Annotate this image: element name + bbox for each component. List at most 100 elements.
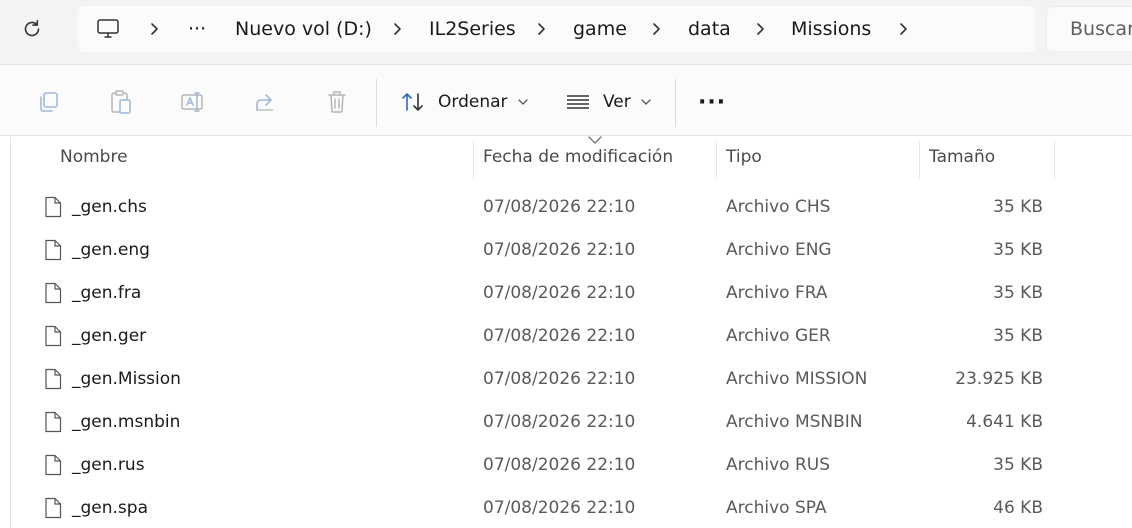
table-row[interactable]: _gen.fra 07/08/2026 22:10 Archivo FRA 35 KB: [11, 271, 1132, 314]
address-bar-region: ··· Nuevo vol (D:) IL2Series game data M…: [0, 0, 1132, 64]
rename-button[interactable]: [180, 89, 206, 115]
file-date: 07/08/2026 22:10: [483, 239, 636, 260]
file-icon: [43, 228, 63, 271]
table-row[interactable]: _gen.rus 07/08/2026 22:10 Archivo RUS 35 KB: [11, 443, 1132, 486]
table-row[interactable]: _gen.msnbin 07/08/2026 22:10 Archivo MSNBI…: [11, 400, 1132, 443]
table-row[interactable]: _gen.Mission 07/08/2026 22:10 Archivo MISS…: [11, 357, 1132, 400]
share-button[interactable]: [252, 89, 278, 115]
view-button[interactable]: Ver: [565, 87, 651, 117]
file-date: 07/08/2026 22:10: [483, 196, 636, 217]
delete-button[interactable]: [324, 89, 350, 115]
breadcrumb-missions[interactable]: Missions: [791, 6, 871, 52]
file-name: _gen.spa: [72, 497, 148, 518]
file-name: _gen.chs: [72, 196, 147, 217]
refresh-button[interactable]: [17, 13, 47, 45]
file-list: Nombre Fecha de modificación Tipo Tamaño…: [0, 136, 1132, 528]
column-header-type[interactable]: Tipo: [726, 137, 762, 177]
file-icon: [43, 486, 63, 528]
file-size: 4.641 KB: [966, 411, 1043, 432]
share-icon: [256, 94, 273, 111]
file-icon: [43, 400, 63, 443]
file-icon: [43, 357, 63, 400]
file-name: _gen.ger: [72, 325, 147, 346]
file-type: Archivo MISSION: [726, 368, 868, 389]
paste-button[interactable]: [108, 89, 134, 115]
file-name: _gen.rus: [72, 454, 145, 475]
file-name: _gen.fra: [72, 282, 142, 303]
file-type: Archivo FRA: [726, 282, 828, 303]
search-input[interactable]: Buscar: [1046, 6, 1132, 52]
file-type: Archivo ENG: [726, 239, 832, 260]
breadcrumb-separator[interactable]: [648, 6, 664, 52]
file-date: 07/08/2026 22:10: [483, 282, 636, 303]
file-size: 35 KB: [993, 282, 1043, 303]
column-divider[interactable]: [919, 141, 920, 179]
paste-icon: [111, 90, 131, 114]
breadcrumb-data[interactable]: data: [688, 6, 731, 52]
view-icon: [567, 95, 589, 109]
file-icon: [43, 185, 63, 228]
column-divider[interactable]: [716, 141, 717, 179]
file-type: Archivo MSNBIN: [726, 411, 863, 432]
file-date: 07/08/2026 22:10: [483, 368, 636, 389]
table-row[interactable]: _gen.eng 07/08/2026 22:10 Archivo ENG 35 KB: [11, 228, 1132, 271]
toolbar-divider: [675, 79, 676, 127]
breadcrumb-drive[interactable]: Nuevo vol (D:): [235, 6, 372, 52]
chevron-right-icon: [394, 23, 401, 35]
column-header-name[interactable]: Nombre: [60, 137, 128, 177]
copy-button[interactable]: [36, 89, 62, 115]
column-header-size[interactable]: Tamaño: [929, 137, 995, 177]
file-size: 35 KB: [993, 325, 1043, 346]
chevron-right-icon: [538, 23, 545, 35]
breadcrumb-separator[interactable]: [752, 6, 768, 52]
refresh-icon: [24, 20, 40, 37]
file-icon: [43, 271, 63, 314]
computer-icon: [97, 19, 119, 38]
file-date: 07/08/2026 22:10: [483, 325, 636, 346]
file-date: 07/08/2026 22:10: [483, 411, 636, 432]
breadcrumb-overflow-button[interactable]: ···: [188, 6, 206, 52]
file-type: Archivo GER: [726, 325, 831, 346]
breadcrumb-game[interactable]: game: [573, 6, 627, 52]
chevron-right-icon: [900, 23, 907, 35]
file-size: 35 KB: [993, 239, 1043, 260]
this-pc-button[interactable]: [96, 6, 120, 52]
file-size: 35 KB: [993, 196, 1043, 217]
address-bar[interactable]: ··· Nuevo vol (D:) IL2Series game data M…: [78, 6, 1035, 52]
breadcrumb-separator[interactable]: [533, 6, 549, 52]
column-divider[interactable]: [1054, 141, 1055, 179]
file-name: _gen.msnbin: [72, 411, 181, 432]
file-size: 35 KB: [993, 454, 1043, 475]
table-row[interactable]: _gen.spa 07/08/2026 22:10 Archivo SPA 46 KB: [11, 486, 1132, 528]
breadcrumb-separator[interactable]: [146, 6, 162, 52]
breadcrumb-il2series[interactable]: IL2Series: [429, 6, 516, 52]
file-size: 23.925 KB: [955, 368, 1043, 389]
view-label: Ver: [603, 92, 631, 112]
file-icon: [43, 314, 63, 357]
column-header-date[interactable]: Fecha de modificación: [483, 137, 673, 177]
sort-button[interactable]: Ordenar: [400, 87, 528, 117]
sort-label: Ordenar: [438, 92, 508, 112]
chevron-right-icon: [151, 23, 158, 35]
column-divider[interactable]: [473, 141, 474, 179]
breadcrumb-separator[interactable]: [389, 6, 405, 52]
chevron-down-icon: [641, 99, 651, 105]
delete-icon: [328, 91, 346, 113]
file-type: Archivo CHS: [726, 196, 831, 217]
file-date: 07/08/2026 22:10: [483, 497, 636, 518]
file-type: Archivo RUS: [726, 454, 831, 475]
breadcrumb-separator[interactable]: [895, 6, 911, 52]
file-date: 07/08/2026 22:10: [483, 454, 636, 475]
sort-icon: [402, 93, 423, 111]
table-row[interactable]: _gen.ger 07/08/2026 22:10 Archivo GER 35 KB: [11, 314, 1132, 357]
chevron-right-icon: [757, 23, 764, 35]
file-icon: [43, 443, 63, 486]
more-options-button[interactable]: ···: [698, 87, 726, 117]
toolbar-divider: [376, 79, 377, 127]
file-name: _gen.eng: [72, 239, 150, 260]
file-size: 46 KB: [993, 497, 1043, 518]
file-name: _gen.Mission: [72, 368, 181, 389]
table-row[interactable]: _gen.chs 07/08/2026 22:10 Archivo CHS 35 KB: [11, 185, 1132, 228]
rename-icon: [181, 92, 203, 112]
chevron-right-icon: [653, 23, 660, 35]
